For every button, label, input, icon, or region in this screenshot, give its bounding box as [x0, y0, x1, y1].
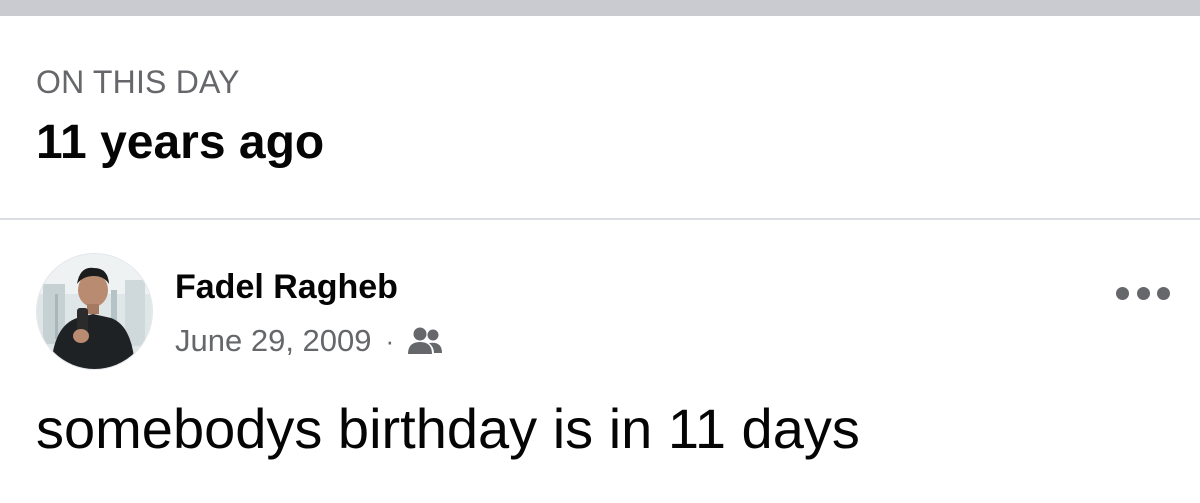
section-divider [0, 218, 1200, 220]
memories-section-label: ON THIS DAY [36, 64, 240, 100]
meta-separator: · [385, 325, 395, 356]
more-options-dot [1136, 286, 1150, 300]
more-options-dot [1116, 286, 1129, 300]
more-options-dot [1157, 286, 1170, 300]
post-meta: June 29, 2009 · [175, 320, 444, 362]
author-name-link[interactable]: Fadel Ragheb [175, 266, 398, 308]
avatar-photo-icon [37, 254, 152, 369]
friends-icon[interactable] [406, 325, 444, 357]
post-date-link[interactable]: June 29, 2009 [175, 323, 372, 359]
post-text: somebodys birthday is in 11 days [36, 397, 860, 460]
top-scroll-bar [0, 0, 1200, 16]
author-avatar[interactable] [36, 253, 153, 370]
more-options-button[interactable] [1116, 280, 1170, 306]
memories-section-title: 11 years ago [36, 116, 325, 169]
